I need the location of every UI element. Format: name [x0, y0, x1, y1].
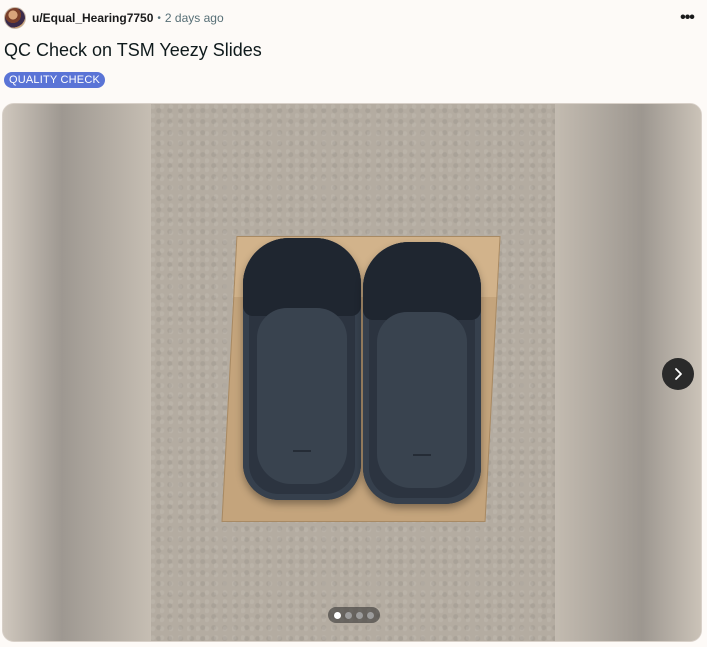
post-header: u/Equal_Hearing7750 • 2 days ago ••• [4, 6, 699, 30]
post-timestamp: 2 days ago [164, 11, 224, 25]
gallery-pagination [328, 607, 380, 623]
pagination-dot[interactable] [334, 611, 341, 619]
separator-dot: • [157, 12, 161, 24]
next-image-button[interactable] [662, 358, 694, 390]
slide-footbed [257, 308, 347, 484]
pagination-dot[interactable] [345, 611, 352, 619]
image-gallery[interactable] [2, 103, 702, 642]
slide-left [243, 238, 361, 500]
slide-strap [243, 238, 361, 316]
gallery-image[interactable] [151, 104, 555, 641]
username-link[interactable]: u/Equal_Hearing7750 [32, 11, 153, 25]
flair-badge[interactable]: QUALITY CHECK [4, 72, 106, 88]
pagination-dot[interactable] [367, 611, 374, 619]
pagination-dot[interactable] [356, 611, 363, 619]
slide-logo [413, 446, 431, 456]
gallery-blur-left [3, 104, 151, 641]
more-options-button[interactable]: ••• [675, 6, 699, 30]
post-title[interactable]: QC Check on TSM Yeezy Slides [4, 40, 262, 61]
chevron-right-icon [675, 368, 682, 380]
slide-logo [293, 442, 311, 452]
slide-right [363, 242, 481, 504]
slide-footbed [377, 312, 467, 488]
avatar[interactable] [4, 7, 26, 29]
slide-strap [363, 242, 481, 320]
